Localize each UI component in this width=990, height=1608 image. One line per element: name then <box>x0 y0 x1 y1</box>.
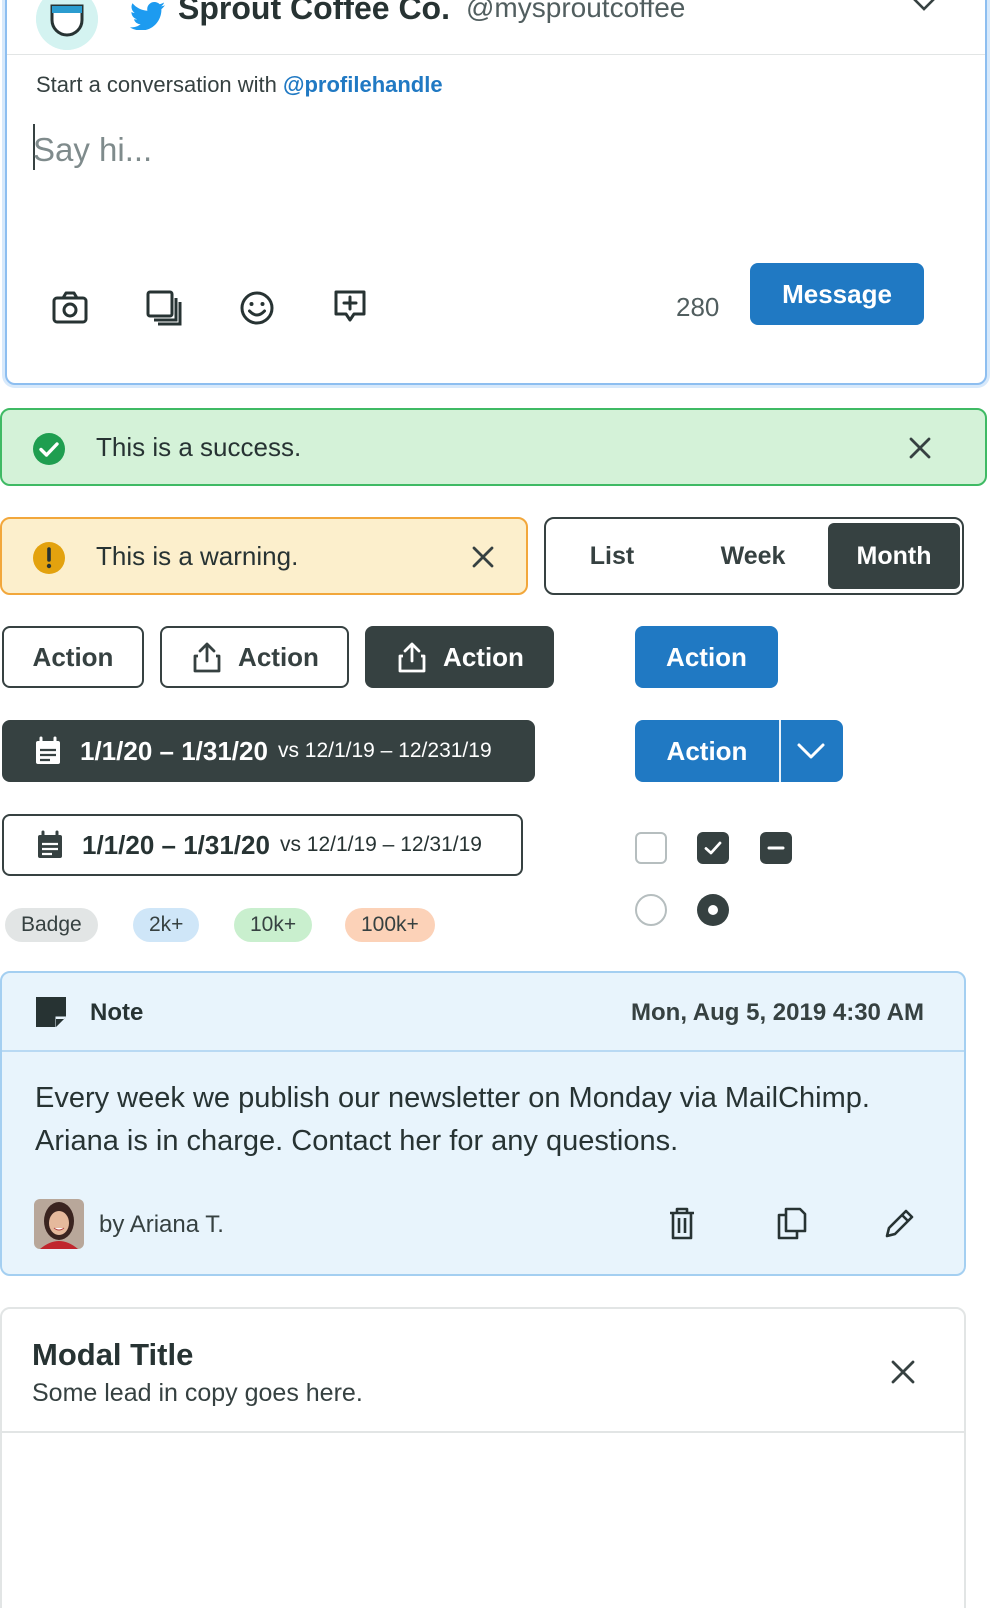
date-range-picker-light[interactable]: 1/1/20 – 1/31/20 vs 12/1/19 – 12/31/19 <box>2 814 523 876</box>
date-range-comparison: vs 12/1/19 – 12/231/19 <box>277 739 492 762</box>
message-button[interactable]: Message <box>750 263 924 325</box>
calendar-icon <box>36 736 60 764</box>
modal-lead: Some lead in copy goes here. <box>32 1379 363 1407</box>
checkbox-checked[interactable] <box>697 832 729 864</box>
date-range-comparison: vs 12/1/19 – 12/31/19 <box>279 833 482 856</box>
badge: Badge <box>5 908 98 942</box>
warning-alert: This is a warning. <box>0 517 528 595</box>
badge-100k: 100k+ <box>345 908 435 942</box>
badge-10k: 10k+ <box>234 908 313 942</box>
note-divider <box>2 1050 964 1052</box>
twitter-icon <box>129 2 166 31</box>
action-button-label: Action <box>238 641 319 672</box>
tab-week[interactable]: Week <box>686 523 820 589</box>
pencil-icon[interactable] <box>882 1205 918 1241</box>
profile-handle: @mysproutcoffee <box>466 0 686 23</box>
view-toggle: List Week Month <box>544 517 964 595</box>
close-icon[interactable] <box>906 434 934 462</box>
badge-2k: 2k+ <box>133 908 200 942</box>
radio-dot-icon <box>708 905 718 915</box>
check-icon <box>704 841 722 855</box>
date-range-current: 1/1/20 – 1/31/20 <box>82 829 270 860</box>
modal: Modal Title Some lead in copy goes here. <box>0 1307 966 1608</box>
warning-message: This is a warning. <box>96 541 299 571</box>
action-button-primary[interactable]: Action <box>635 626 778 688</box>
character-count: 280 <box>676 292 720 322</box>
share-icon <box>193 642 221 673</box>
checkbox-unchecked[interactable] <box>635 832 667 864</box>
conversation-prompt: Start a conversation with @profilehandle <box>36 72 443 98</box>
profile-name: Sprout Coffee Co. <box>178 0 450 26</box>
close-icon[interactable] <box>469 543 497 571</box>
action-button-share-outline[interactable]: Action <box>160 626 349 688</box>
date-range-picker-dark[interactable]: 1/1/20 – 1/31/20 vs 12/1/19 – 12/231/19 <box>2 720 535 782</box>
calendar-icon <box>38 830 62 858</box>
close-icon[interactable] <box>888 1357 918 1387</box>
action-button-label: Action <box>443 641 524 672</box>
trash-icon[interactable] <box>664 1205 700 1241</box>
radio-selected[interactable] <box>697 894 729 926</box>
action-button-share-dark[interactable]: Action <box>365 626 554 688</box>
note-author: by Ariana T. <box>99 1211 224 1238</box>
success-message: This is a success. <box>96 432 302 462</box>
minus-icon <box>767 846 785 850</box>
share-icon <box>398 642 426 673</box>
author-avatar <box>34 1199 84 1249</box>
emoji-icon[interactable] <box>235 286 279 330</box>
action-button-label: Action <box>32 641 114 672</box>
chevron-down-icon[interactable] <box>795 736 827 766</box>
profile-handle-link[interactable]: @profilehandle <box>283 72 443 97</box>
split-action-button: Action <box>635 720 843 782</box>
checkbox-indeterminate[interactable] <box>760 832 792 864</box>
split-action-main[interactable]: Action <box>635 720 779 782</box>
check-circle-icon <box>33 433 65 465</box>
camera-icon[interactable] <box>48 286 92 330</box>
date-range-current: 1/1/20 – 1/31/20 <box>80 735 268 766</box>
tab-month[interactable]: Month <box>828 523 960 589</box>
sticky-note-icon <box>36 997 66 1027</box>
action-button-label: Action <box>666 641 747 672</box>
note-body: Every week we publish our newsletter on … <box>35 1082 870 1157</box>
media-library-icon[interactable] <box>142 286 186 330</box>
modal-title: Modal Title <box>32 1337 194 1372</box>
composer-header-divider <box>7 54 985 55</box>
message-input[interactable] <box>33 122 913 178</box>
note-card: Note Mon, Aug 5, 2019 4:30 AM Every week… <box>0 971 966 1276</box>
saved-reply-icon[interactable] <box>328 284 372 328</box>
chevron-down-icon[interactable] <box>910 0 938 16</box>
warning-icon <box>33 542 65 574</box>
note-timestamp: Mon, Aug 5, 2019 4:30 AM <box>631 999 924 1026</box>
success-alert: This is a success. <box>0 408 987 486</box>
conversation-prefix: Start a conversation with <box>36 72 284 97</box>
copy-icon[interactable] <box>773 1205 809 1241</box>
modal-divider <box>2 1431 964 1433</box>
radio-unselected[interactable] <box>635 894 667 926</box>
split-divider <box>779 720 781 782</box>
tab-list[interactable]: List <box>546 523 678 589</box>
action-button-outline[interactable]: Action <box>2 626 144 688</box>
note-label: Note <box>90 999 144 1026</box>
